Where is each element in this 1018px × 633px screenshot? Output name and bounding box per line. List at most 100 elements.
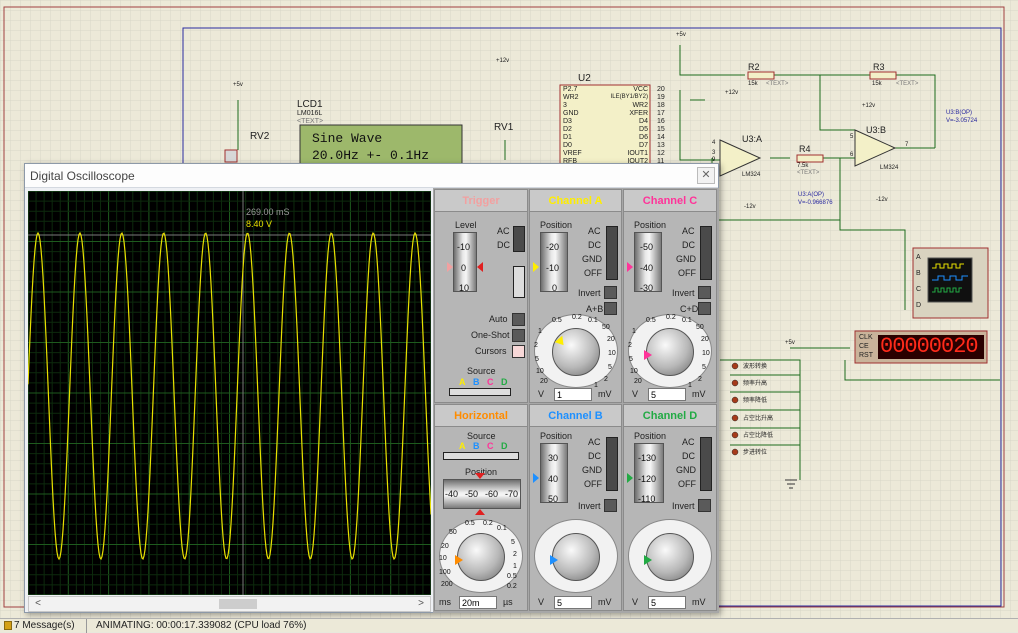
channel-d-ac: AC	[682, 437, 695, 447]
channel-c-combo-button[interactable]	[698, 302, 711, 315]
channel-a-dial-label: 20	[607, 336, 615, 343]
scope-screen[interactable]: 269.00 mS 8.40 V	[28, 191, 431, 595]
horizontal-scrollbar[interactable]: < >	[28, 596, 431, 612]
scope-channel-label: A	[916, 254, 921, 261]
channel-a-value-field[interactable]: 1	[554, 388, 592, 401]
horizontal-title: Horizontal	[435, 405, 527, 427]
trigger-source-slider[interactable]	[449, 388, 511, 396]
scope-trace-area	[28, 191, 431, 595]
close-button[interactable]: ✕	[697, 167, 715, 184]
channel-c-knob[interactable]	[646, 328, 694, 376]
channel-a-dial-label: 1	[538, 328, 542, 335]
channel-a-invert-button[interactable]	[604, 286, 617, 299]
channel-d-knob[interactable]	[646, 533, 694, 581]
u2-pin-left-6: D1	[563, 134, 572, 141]
channel-a-dial-label: 2	[604, 376, 608, 383]
channel-c-value-field[interactable]: 5	[648, 388, 686, 401]
channel-a-dial-label: 0.5	[552, 317, 562, 324]
channel-c-coupling-switch[interactable]	[700, 226, 712, 280]
u3a-part: LM324	[742, 172, 761, 178]
channel-b-value-field[interactable]: 5	[554, 596, 592, 609]
channel-b-unit-right: mV	[598, 597, 612, 607]
horizontal-source-slider[interactable]	[443, 452, 519, 460]
trigger-source-d[interactable]: D	[501, 377, 508, 387]
channel-b-ac: AC	[588, 437, 601, 447]
counter-pin: CE	[859, 343, 869, 350]
channel-c-position-label: Position	[634, 220, 667, 230]
trigger-source-b[interactable]: B	[473, 377, 480, 387]
oscilloscope-window[interactable]: Digital Oscilloscope ✕ 269.00 mS 8.40 V …	[24, 163, 719, 613]
r2-ref: R2	[748, 62, 760, 72]
trigger-cursors-button[interactable]	[512, 345, 525, 358]
u2-pin-right-0: VCC	[633, 86, 648, 93]
scope-channel-label: B	[916, 270, 921, 277]
u2-pin-num-2: 18	[657, 102, 665, 109]
scroll-right-icon[interactable]: >	[414, 598, 428, 610]
trigger-oneshot-label: One-Shot	[471, 330, 510, 340]
channel-c-invert-button[interactable]	[698, 286, 711, 299]
channel-a-knob[interactable]	[552, 328, 600, 376]
counter-pin: CLK	[859, 334, 873, 341]
channel-b-invert-button[interactable]	[604, 499, 617, 512]
trigger-source-c[interactable]: C	[487, 377, 494, 387]
channel-d-coupling-switch[interactable]	[700, 437, 712, 491]
window-titlebar[interactable]: Digital Oscilloscope ✕	[25, 164, 718, 188]
sw-label[interactable]: 步进转位	[743, 447, 767, 456]
trigger-coupling-switch[interactable]	[513, 226, 525, 252]
channel-a-combo-button[interactable]	[604, 302, 617, 315]
channel-c-dial-label: 50	[696, 324, 704, 331]
channel-d-invert-button[interactable]	[698, 499, 711, 512]
pin-label: 6	[850, 152, 854, 158]
channel-b-position-label: Position	[540, 431, 573, 441]
channel-d-knob-pointer-icon	[644, 555, 652, 565]
channel-d-invert: Invert	[672, 501, 695, 511]
u2-pin-num-0: 20	[657, 86, 665, 93]
trigger-edge-switch[interactable]	[513, 266, 525, 298]
channel-b-dc: DC	[588, 451, 601, 461]
channel-c-dial-label: 1	[632, 328, 636, 335]
horizontal-dial-label: 50	[449, 529, 457, 536]
channel-d-tick: -110	[638, 494, 656, 504]
channel-d-unit-right: mV	[692, 597, 706, 607]
u3b-part: LM324	[880, 165, 899, 171]
channel-c-knob-pointer-icon	[644, 350, 652, 360]
channel-c-dial-label: 10	[702, 350, 710, 357]
sw-label[interactable]: 占空比降低	[743, 430, 773, 439]
r4-ref: R4	[799, 144, 811, 154]
horizontal-tick: -60	[485, 489, 499, 499]
horizontal-dial-label: 0.5	[507, 573, 517, 580]
channel-a-title: Channel A	[530, 190, 621, 212]
channel-a-coupling-switch[interactable]	[606, 226, 618, 280]
horizontal-tick: -40	[445, 489, 459, 499]
horizontal-unit-left: ms	[439, 597, 451, 607]
channel-c-section: Channel C Position -50 -40 -30 AC DC GND…	[623, 189, 717, 403]
messages-count[interactable]: 7 Message(s)	[14, 620, 75, 631]
trigger-source-a[interactable]: A	[459, 377, 466, 387]
horizontal-source-d[interactable]: D	[501, 441, 508, 451]
trigger-oneshot-button[interactable]	[512, 329, 525, 342]
r3-text: <TEXT>	[896, 81, 919, 87]
horizontal-dial-label: 5	[511, 539, 515, 546]
horizontal-source-a[interactable]: A	[459, 441, 466, 451]
horizontal-value-field[interactable]: 20m	[459, 596, 497, 609]
trigger-auto-button[interactable]	[512, 313, 525, 326]
channel-c-dial-label: 0.1	[682, 317, 692, 324]
channel-b-knob[interactable]	[552, 533, 600, 581]
channel-c-tick: -40	[640, 263, 654, 273]
u3a-ref: U3:A	[742, 134, 763, 144]
sw-label[interactable]: 占空比升高	[743, 413, 773, 422]
horizontal-source-c[interactable]: C	[487, 441, 494, 451]
channel-b-coupling-switch[interactable]	[606, 437, 618, 491]
u3a-probe-name: U3:A(OP)	[798, 192, 825, 198]
r4-text: <TEXT>	[797, 170, 820, 176]
sw-label[interactable]: 波形转换	[743, 361, 767, 370]
scroll-thumb[interactable]	[219, 599, 257, 609]
channel-a-unit-right: mV	[598, 389, 612, 399]
channel-d-value-field[interactable]: 5	[648, 596, 686, 609]
horizontal-knob[interactable]	[457, 533, 505, 581]
message-icon	[4, 621, 12, 630]
sw-label[interactable]: 频率降低	[743, 395, 767, 404]
scroll-left-icon[interactable]: <	[31, 598, 45, 610]
horizontal-source-b[interactable]: B	[473, 441, 480, 451]
sw-label[interactable]: 频率升高	[743, 378, 767, 387]
